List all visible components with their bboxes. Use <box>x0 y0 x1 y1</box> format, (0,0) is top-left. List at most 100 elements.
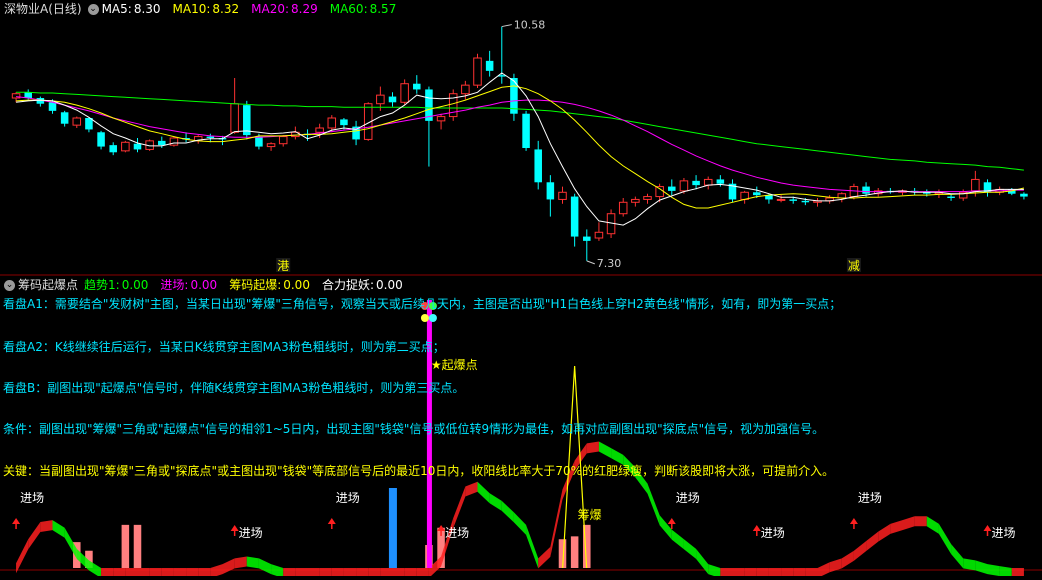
trend1-segment <box>392 568 405 578</box>
trend1-segment <box>793 568 806 578</box>
trend1-segment <box>356 568 369 578</box>
reduce-marker: 减 <box>848 259 860 273</box>
candle <box>813 198 822 207</box>
trend1-segment <box>975 560 988 575</box>
demon-catch-label: 合力捉妖: <box>321 278 374 292</box>
chip-burst-label: 筹爆 <box>578 508 602 522</box>
entry-arrow <box>849 518 858 524</box>
candle-body <box>266 143 276 148</box>
note-a2: 看盘A2：K线继续往后运行，当某日K线贯穿主图MA3粉色粗线时，则为第二买点； <box>3 340 445 354</box>
candle <box>121 140 130 153</box>
ma5-label: MA5: <box>101 2 132 16</box>
chip-bar <box>121 524 130 568</box>
trend1-segment <box>586 441 599 454</box>
burst-label: ★起爆点 <box>431 358 478 372</box>
candle-body <box>849 186 859 198</box>
candle-body <box>97 132 105 147</box>
trend1-segment <box>768 568 782 578</box>
trend1-segment <box>756 568 769 578</box>
candle-body <box>340 119 348 126</box>
entry-arrow <box>230 525 239 531</box>
trend1-segment <box>125 568 138 578</box>
trend1-segment <box>866 531 879 552</box>
candle <box>413 75 421 94</box>
sub-panel-header: ⌄ 筹码起爆点 趋势1: 0.00 进场: 0.00 筹码起爆: 0.00 合力捉妖: 0.00 <box>4 277 415 293</box>
trend1-segment <box>744 568 757 578</box>
note-key: 关键：当副图出现"筹爆"三角或"探底点"或主图出现"钱袋"等底部信号后的最近10… <box>3 464 835 478</box>
candle-body <box>413 83 421 90</box>
trend1-segment <box>404 568 417 578</box>
candle <box>825 195 834 204</box>
candle-body <box>376 94 385 105</box>
ma5-legend: MA5: 8.30 <box>102 2 167 16</box>
trend1-segment <box>914 516 927 527</box>
trend1-segment <box>113 568 126 578</box>
ma20-legend: MA20: 8.29 <box>251 2 324 16</box>
trend1-segment <box>999 566 1012 578</box>
trend1-segment <box>878 523 891 542</box>
chevron-down-icon[interactable]: ⌄ <box>4 280 15 291</box>
trend1-segment <box>40 520 53 532</box>
candle-body <box>230 103 239 133</box>
candle-body <box>558 191 567 200</box>
candle-body <box>692 180 700 186</box>
entry-value: 0.00 <box>190 278 218 292</box>
high-pointer <box>501 24 512 28</box>
candle-body <box>278 136 288 145</box>
candle-body <box>388 96 397 103</box>
candle <box>97 130 105 150</box>
trend1-segment <box>890 520 903 534</box>
ma10-label: MA10: <box>172 2 211 16</box>
trend1-segment <box>647 483 660 526</box>
candle-body <box>631 198 640 203</box>
trend1-segment <box>513 512 527 535</box>
trend1-segment <box>465 481 478 497</box>
entry-label: 进场 <box>858 491 882 505</box>
trend1-segment <box>198 568 211 578</box>
candle <box>109 142 117 156</box>
main-panel-title: 深物业A(日线) <box>4 2 82 16</box>
entry-label: 进场 <box>992 526 1016 540</box>
candle <box>473 53 482 88</box>
candle <box>546 175 555 217</box>
candle-body <box>24 92 32 98</box>
candle <box>668 179 676 196</box>
trend1-segment <box>101 568 114 578</box>
candle <box>1020 192 1028 200</box>
candle-body <box>801 200 810 203</box>
burst-ball <box>420 314 429 322</box>
trend1-segment <box>805 568 818 578</box>
trend1-segment <box>841 550 854 569</box>
candle <box>388 92 397 107</box>
candle-body <box>862 186 870 194</box>
candle-body <box>72 117 82 126</box>
main-panel-header: 深物业A(日线) ⌄ MA5: 8.30 MA10: 8.32 MA20: 8.29 MA60:… <box>4 1 408 17</box>
candle <box>934 189 944 198</box>
candle-body <box>971 178 980 192</box>
candle <box>278 135 288 147</box>
candle <box>436 113 446 130</box>
candle <box>266 142 276 151</box>
note-a1: 看盘A1：需要结合"发财树"主图，当某日出现"筹爆"三角信号，观察当天或后续几天… <box>3 297 842 311</box>
candle-body <box>109 145 117 153</box>
trend1-segment <box>416 568 429 578</box>
candle-body <box>947 196 955 198</box>
trend1-segment <box>258 558 272 575</box>
chip-burst-legend: 筹码起爆: 0.00 <box>229 278 316 292</box>
candle <box>400 79 409 106</box>
trend1-segment <box>271 564 284 578</box>
trend1-segment <box>283 568 296 578</box>
candle-body <box>48 102 57 111</box>
chevron-down-icon[interactable]: ⌄ <box>87 4 99 15</box>
candle <box>570 193 579 247</box>
candle-body <box>668 186 676 191</box>
entry-arrow <box>983 525 992 531</box>
trend1-segment <box>343 568 357 578</box>
candle <box>583 229 591 261</box>
demon-catch-legend: 合力捉妖: 0.00 <box>322 278 409 292</box>
entry-legend: 进场: 0.00 <box>160 278 223 292</box>
low-price-label: 7.30 <box>597 257 622 270</box>
ma5-value: 8.30 <box>133 2 161 16</box>
candle-body <box>655 186 664 198</box>
ma10-value: 8.32 <box>212 2 240 16</box>
